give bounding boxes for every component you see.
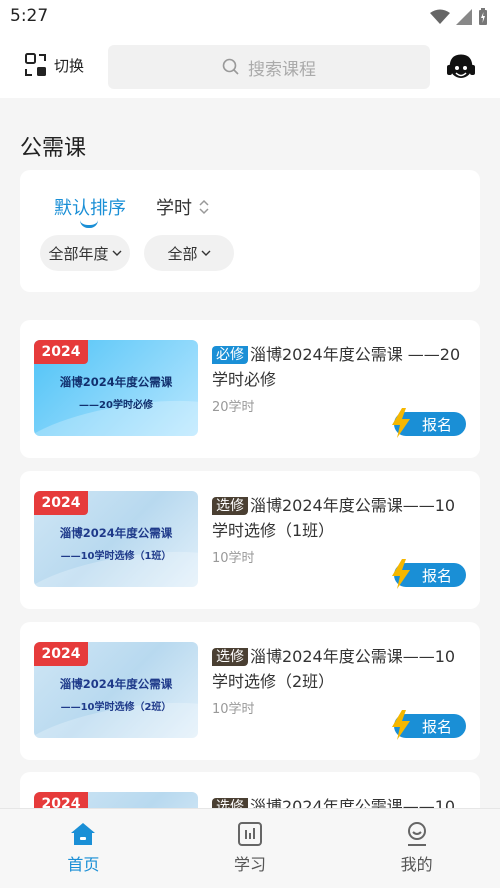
- year-badge: 2024: [34, 340, 88, 364]
- course-card[interactable]: 2024 淄博2024年度公需课 ——10学时选修（2班） 选修 淄博2024年度…: [20, 622, 480, 760]
- nav-label-profile: 我的: [400, 855, 433, 874]
- thumbnail-decoration: [34, 387, 198, 436]
- sort-hours-tab[interactable]: 学时: [156, 194, 210, 220]
- thumbnail-title: 淄博2024年度公需课: [59, 526, 173, 540]
- lightning-icon: [392, 710, 410, 740]
- enroll-label: 报名: [421, 415, 452, 434]
- course-tag: 必修: [212, 346, 248, 364]
- nav-label-home: 首页: [67, 855, 100, 874]
- customer-service-button[interactable]: [444, 50, 478, 88]
- enroll-label: 报名: [421, 717, 452, 736]
- enroll-button[interactable]: 报名: [392, 710, 466, 740]
- nav-item-profile[interactable]: 我的: [333, 809, 500, 888]
- nav-item-study[interactable]: 学习: [167, 809, 334, 888]
- page-title: 公需课: [20, 136, 87, 161]
- course-title: 选修 淄博2024年度公需课——10学时选修（1班）: [212, 493, 470, 543]
- switch-button[interactable]: 切换: [24, 52, 84, 78]
- home-icon: [71, 823, 96, 845]
- course-hours: 20学时: [212, 400, 255, 415]
- course-card[interactable]: 2024 淄博2024年度公需课 ——10学时选修（1班） 选修 淄博2024年度…: [20, 471, 480, 609]
- active-sort-indicator: [80, 220, 98, 228]
- course-thumbnail: 2024 淄博2024年度公需课 ——20学时必修: [34, 340, 198, 436]
- year-badge: 2024: [34, 491, 88, 515]
- course-hours: 10学时: [212, 702, 255, 717]
- enroll-button[interactable]: 报名: [392, 559, 466, 589]
- lightning-icon: [392, 408, 410, 438]
- course-title-text: 淄博2024年度公需课——10学时选修（2班）: [212, 647, 456, 691]
- search-input[interactable]: 搜索课程: [108, 45, 430, 89]
- thumbnail-subtitle: ——10学时选修（1班）: [60, 551, 172, 562]
- filter-card: 默认排序 学时 全部年度 全部: [20, 170, 480, 292]
- thumbnail-title: 淄博2024年度公需课: [59, 375, 173, 389]
- thumbnail-subtitle: ——20学时必修: [79, 400, 153, 411]
- sort-toggle-icon: [199, 199, 209, 215]
- course-title-text: 淄博2024年度公需课 ——20学时必修: [212, 345, 461, 389]
- nav-item-home[interactable]: 首页: [0, 809, 167, 888]
- year-filter-label: 全部年度: [48, 244, 109, 263]
- signal-icon: [456, 9, 472, 25]
- course-thumbnail: 2024 淄博2024年度公需课 ——10学时选修（2班）: [34, 642, 198, 738]
- headset-icon: [447, 54, 475, 78]
- search-placeholder: 搜索课程: [248, 59, 316, 80]
- battery-icon: [479, 8, 487, 25]
- lightning-icon: [392, 559, 410, 589]
- thumbnail-decoration: [34, 538, 198, 587]
- study-icon: [238, 822, 262, 846]
- course-title-text: 淄博2024年度公需课——10学时选修（1班）: [212, 496, 456, 540]
- thumbnail-subtitle: ——10学时选修（2班）: [60, 702, 172, 713]
- sort-default-tab[interactable]: 默认排序: [54, 194, 126, 220]
- profile-icon: [407, 822, 426, 846]
- chevron-down-icon: [112, 250, 121, 256]
- enroll-button[interactable]: 报名: [392, 408, 466, 438]
- category-filter-dropdown[interactable]: 全部: [144, 235, 234, 271]
- year-badge: 2024: [34, 642, 88, 666]
- enroll-label: 报名: [421, 566, 452, 585]
- status-icons: [430, 8, 488, 26]
- course-title: 选修 淄博2024年度公需课——10学时选修（2班）: [212, 644, 470, 694]
- course-title: 必修 淄博2024年度公需课 ——20学时必修: [212, 342, 470, 392]
- switch-icon: [25, 53, 46, 76]
- course-hours: 10学时: [212, 551, 255, 566]
- course-card[interactable]: 2024 淄博2024年度公需课 ——20学时必修 必修 淄博2024年度公需课 …: [20, 320, 480, 458]
- search-icon: [222, 58, 239, 75]
- switch-label: 切换: [54, 56, 85, 75]
- category-filter-label: 全部: [167, 244, 198, 263]
- top-bar: 切换 搜索课程: [0, 36, 500, 98]
- status-bar: 5:27: [0, 0, 500, 36]
- thumbnail-decoration: [34, 689, 198, 738]
- bottom-nav: 首页 学习 我的: [0, 808, 500, 888]
- thumbnail-title: 淄博2024年度公需课: [59, 677, 173, 691]
- year-filter-dropdown[interactable]: 全部年度: [40, 235, 130, 271]
- nav-label-study: 学习: [234, 855, 267, 874]
- status-time: 5:27: [10, 6, 49, 26]
- wifi-icon: [430, 9, 450, 24]
- course-tag: 选修: [212, 648, 248, 666]
- chevron-down-icon: [201, 250, 210, 256]
- course-thumbnail: 2024 淄博2024年度公需课 ——10学时选修（1班）: [34, 491, 198, 587]
- sort-hours-label: 学时: [156, 198, 192, 219]
- course-tag: 选修: [212, 497, 248, 515]
